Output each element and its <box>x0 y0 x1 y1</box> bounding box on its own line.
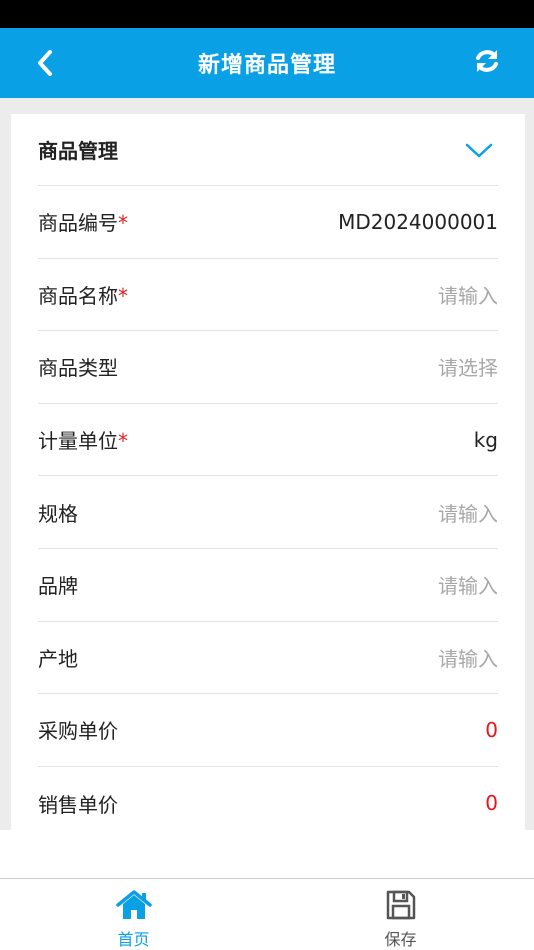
product-code-value[interactable]: MD2024000001 <box>338 210 498 234</box>
form-row-product-name[interactable]: 商品名称* 请输入 <box>38 259 498 332</box>
row-label: 品牌 <box>38 574 78 599</box>
required-marker: * <box>118 283 128 308</box>
spec-input[interactable]: 请输入 <box>438 498 498 527</box>
brand-input[interactable]: 请输入 <box>438 570 498 599</box>
form-row-brand[interactable]: 品牌 请输入 <box>38 549 498 622</box>
status-bar <box>0 0 534 28</box>
required-marker: * <box>118 429 128 454</box>
refresh-button[interactable] <box>470 46 504 80</box>
product-name-input[interactable]: 请输入 <box>438 280 498 309</box>
row-label: 商品名称* <box>38 283 128 308</box>
tab-home-label: 首页 <box>117 930 150 949</box>
tab-home[interactable]: 首页 <box>0 879 267 950</box>
row-label: 商品类型 <box>38 356 118 381</box>
form-row-product-code[interactable]: 商品编号* MD2024000001 <box>38 186 498 259</box>
home-icon <box>114 887 154 922</box>
form-list: 商品编号* MD2024000001 商品名称* 请输入 商品类型 请选择 计量… <box>38 186 498 830</box>
section-header[interactable]: 商品管理 <box>38 114 498 186</box>
form-row-origin[interactable]: 产地 请输入 <box>38 622 498 695</box>
row-label: 规格 <box>38 501 78 526</box>
purchase-price-input[interactable]: 0 <box>485 718 498 742</box>
row-label: 商品编号* <box>38 211 128 236</box>
row-label: 计量单位* <box>38 429 128 454</box>
required-marker: * <box>118 211 128 236</box>
tab-bar: 首页 保存 <box>0 878 534 950</box>
row-label: 产地 <box>38 646 78 671</box>
unit-value[interactable]: kg <box>474 428 498 452</box>
section-title: 商品管理 <box>38 139 118 163</box>
app-header: 新增商品管理 <box>0 28 534 98</box>
form-card: 商品管理 商品编号* MD2024000001 商品名称* 请输入 商品类型 请… <box>11 114 525 830</box>
tab-save-label: 保存 <box>384 930 417 949</box>
tab-save[interactable]: 保存 <box>267 879 534 950</box>
back-button[interactable] <box>28 48 62 82</box>
refresh-icon <box>473 47 501 79</box>
form-row-unit[interactable]: 计量单位* kg <box>38 404 498 477</box>
page-title: 新增商品管理 <box>197 53 336 78</box>
form-row-product-type[interactable]: 商品类型 请选择 <box>38 331 498 404</box>
form-row-spec[interactable]: 规格 请输入 <box>38 476 498 549</box>
row-label: 采购单价 <box>38 719 118 744</box>
origin-input[interactable]: 请输入 <box>438 643 498 672</box>
form-row-purchase-price[interactable]: 采购单价 0 <box>38 694 498 767</box>
chevron-down-icon[interactable] <box>464 140 494 160</box>
sale-price-input[interactable]: 0 <box>485 791 498 815</box>
chevron-left-icon <box>35 49 55 81</box>
row-label: 销售单价 <box>38 792 118 817</box>
form-row-sale-price[interactable]: 销售单价 0 <box>38 767 498 830</box>
save-icon <box>381 887 421 922</box>
product-type-select[interactable]: 请选择 <box>438 352 498 381</box>
